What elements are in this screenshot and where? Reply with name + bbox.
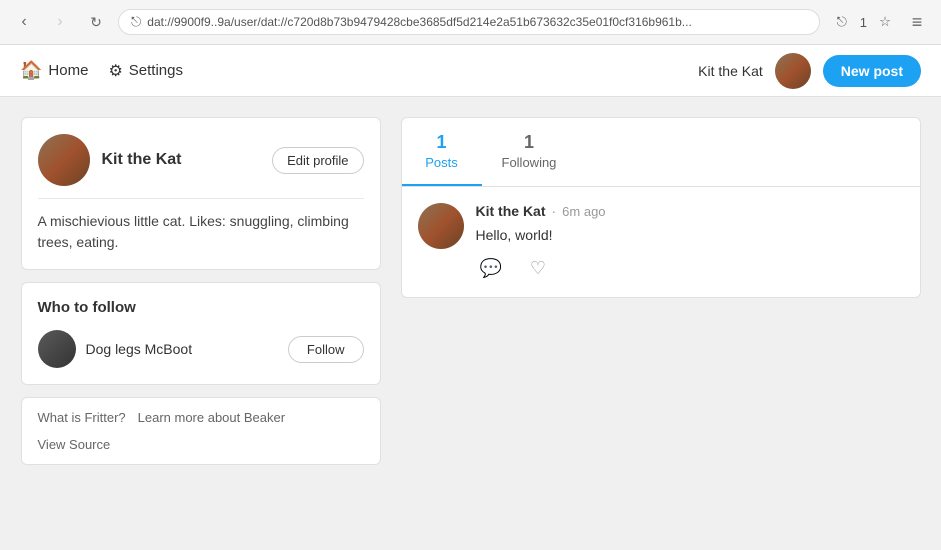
browser-action-group: ⎋ 1 ☆ ≡ <box>828 8 931 36</box>
nav-right: Kit the Kat New post <box>698 53 921 89</box>
post-item: Kit the Kat · 6m ago Hello, world! 💬 ♡ <box>402 187 920 297</box>
nav-left: 🏠 Home ⚙ Settings <box>20 60 698 81</box>
like-button[interactable]: ♡ <box>526 256 550 281</box>
nav-avatar[interactable] <box>775 53 811 89</box>
post-username: Kit the Kat <box>476 203 546 219</box>
share-count: 1 <box>860 15 867 30</box>
profile-card: Kit the Kat Edit profile A mischievious … <box>21 117 381 270</box>
settings-icon: ⚙ <box>108 61 122 81</box>
follow-item: Dog legs McBoot Follow <box>38 330 364 368</box>
footer-link-fritter[interactable]: What is Fritter? <box>38 410 126 425</box>
follow-button[interactable]: Follow <box>288 336 364 363</box>
browser-toolbar: ‹ › ↻ ⎋ dat://9900f9..9a/user/dat://c720… <box>0 0 941 44</box>
nav-username[interactable]: Kit the Kat <box>698 63 763 79</box>
profile-info: Kit the Kat <box>38 134 182 186</box>
menu-button[interactable]: ≡ <box>903 8 931 36</box>
browser-chrome: ‹ › ↻ ⎋ dat://9900f9..9a/user/dat://c720… <box>0 0 941 45</box>
comment-button[interactable]: 💬 <box>476 256 506 281</box>
share-button[interactable]: ⎋ <box>828 8 856 36</box>
home-icon: 🏠 <box>20 60 42 81</box>
nav-settings-link[interactable]: ⚙ Settings <box>108 61 183 81</box>
right-panel: 1 Posts 1 Following Kit the Kat · <box>401 117 921 465</box>
follow-user: Dog legs McBoot <box>38 330 193 368</box>
main-content: Kit the Kat Edit profile A mischievious … <box>1 97 941 485</box>
settings-label: Settings <box>129 62 183 79</box>
left-panel: Kit the Kat Edit profile A mischievious … <box>21 117 381 465</box>
post-avatar <box>418 203 464 249</box>
app: 🏠 Home ⚙ Settings Kit the Kat New post <box>0 45 941 550</box>
nav-home-link[interactable]: 🏠 Home <box>20 60 88 81</box>
home-label: Home <box>48 62 88 79</box>
profile-bio: A mischievious little cat. Likes: snuggl… <box>38 211 364 253</box>
tab-posts[interactable]: 1 Posts <box>402 118 482 186</box>
footer-card: What is Fritter? Learn more about Beaker… <box>21 397 381 465</box>
post-header: Kit the Kat · 6m ago <box>476 203 904 219</box>
tab-posts-count: 1 <box>436 132 446 153</box>
post-time: 6m ago <box>562 204 605 219</box>
top-nav: 🏠 Home ⚙ Settings Kit the Kat New post <box>0 45 941 97</box>
tab-posts-label: Posts <box>425 155 458 170</box>
heart-icon: ♡ <box>530 258 546 279</box>
tabs: 1 Posts 1 Following <box>402 118 920 187</box>
tab-following[interactable]: 1 Following <box>482 118 577 186</box>
tab-following-label: Following <box>502 155 557 170</box>
url-bar[interactable]: ⎋ dat://9900f9..9a/user/dat://c720d8b73b… <box>118 9 820 35</box>
follow-title: Who to follow <box>38 299 364 316</box>
new-post-button[interactable]: New post <box>823 55 921 87</box>
url-text: dat://9900f9..9a/user/dat://c720d8b73b94… <box>147 15 692 29</box>
forward-button[interactable]: › <box>46 8 74 36</box>
star-button[interactable]: ☆ <box>871 8 899 36</box>
footer-links: What is Fritter? Learn more about Beaker… <box>38 410 364 452</box>
post-text: Hello, world! <box>476 225 904 246</box>
share-icon: ⎋ <box>131 14 141 30</box>
edit-profile-button[interactable]: Edit profile <box>272 147 363 174</box>
post-body: Kit the Kat · 6m ago Hello, world! 💬 ♡ <box>476 203 904 281</box>
back-button[interactable]: ‹ <box>10 8 38 36</box>
profile-header: Kit the Kat Edit profile <box>38 134 364 186</box>
footer-link-source[interactable]: View Source <box>38 437 111 452</box>
nav-avatar-img <box>775 53 811 89</box>
follow-user-avatar <box>38 330 76 368</box>
follow-user-name: Dog legs McBoot <box>86 341 193 357</box>
profile-avatar <box>38 134 90 186</box>
comment-icon: 💬 <box>480 258 502 279</box>
tab-following-count: 1 <box>524 132 534 153</box>
profile-divider <box>38 198 364 199</box>
posts-card: 1 Posts 1 Following Kit the Kat · <box>401 117 921 298</box>
footer-link-beaker[interactable]: Learn more about Beaker <box>138 410 285 425</box>
refresh-button[interactable]: ↻ <box>82 8 110 36</box>
profile-name: Kit the Kat <box>102 151 182 169</box>
post-actions: 💬 ♡ <box>476 256 904 281</box>
who-to-follow-card: Who to follow Dog legs McBoot Follow <box>21 282 381 385</box>
post-dot: · <box>552 203 557 219</box>
